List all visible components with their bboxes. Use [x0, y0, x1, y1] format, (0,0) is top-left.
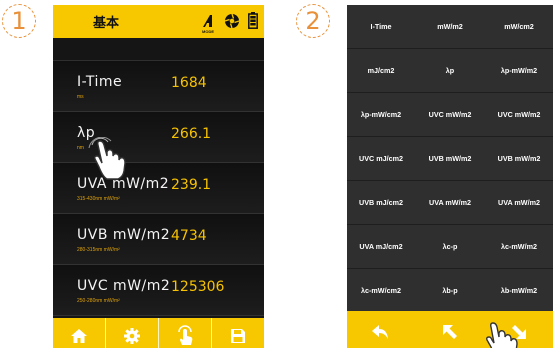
touch-icon — [178, 324, 193, 345]
home-button[interactable] — [53, 318, 106, 348]
measurement-row-uvc[interactable]: UVC mW/m2 250-280nm mW/m² 125306 — [53, 265, 264, 316]
bottom-toolbar — [53, 318, 264, 348]
sub-header — [53, 38, 264, 60]
option-cell[interactable]: UVA mW/m2 — [416, 181, 484, 223]
option-cell[interactable]: UVB mJ/cm2 — [347, 181, 415, 223]
parameter-grid: I-Time mW/m2 mW/cm2 mJ/cm2 λp λp-mW/m2 λ… — [347, 5, 553, 311]
save-icon — [231, 328, 245, 343]
aperture-icon[interactable] — [224, 13, 240, 34]
option-cell[interactable]: mW/cm2 — [485, 5, 553, 47]
back-icon — [372, 325, 388, 339]
arrow-up-left-icon — [443, 325, 457, 339]
row-label: UVB mW/m2 — [77, 227, 171, 243]
row-unit: 315-430nm mW/m² — [77, 196, 120, 202]
header-bar: 基本 MODE — [53, 5, 264, 38]
scroll-up-button[interactable] — [416, 311, 484, 348]
home-icon — [71, 328, 87, 343]
measurement-screen: 基本 MODE I-Time ms 1684 λp nm 266.1 UVA m… — [53, 5, 264, 348]
option-cell[interactable]: λp-mW/cm2 — [347, 93, 415, 135]
row-value: 1684 — [171, 75, 207, 91]
row-value: 239.1 — [171, 177, 212, 193]
back-button[interactable] — [347, 311, 415, 348]
option-cell[interactable]: UVA mJ/cm2 — [347, 225, 415, 267]
option-cell[interactable]: λb-p — [416, 269, 484, 311]
tap-hand-icon — [486, 322, 518, 348]
row-label: UVC mW/m2 — [77, 278, 171, 294]
gear-icon — [124, 327, 140, 344]
measurement-row-uvb[interactable]: UVB mW/m2 280-315nm mW/m² 4734 — [53, 214, 264, 265]
battery-icon — [248, 12, 258, 34]
mode-label: MODE — [202, 29, 214, 34]
measurement-row-itime[interactable]: I-Time ms 1684 — [53, 61, 264, 112]
option-cell[interactable]: UVA mW/m2 — [485, 181, 553, 223]
option-cell[interactable]: λc-p — [416, 225, 484, 267]
row-value: 4734 — [171, 228, 207, 244]
parameter-selection-screen: I-Time mW/m2 mW/cm2 mJ/cm2 λp λp-mW/m2 λ… — [347, 5, 553, 348]
option-cell[interactable]: UVC mW/m2 — [416, 93, 484, 135]
option-cell[interactable]: λp-mW/m2 — [485, 49, 553, 91]
option-cell[interactable]: λb-mW/m2 — [485, 269, 553, 311]
row-value: 266.1 — [171, 126, 212, 142]
settings-button[interactable] — [106, 318, 159, 348]
page-title: 基本 — [93, 16, 120, 31]
bottom-toolbar — [347, 311, 553, 348]
option-cell[interactable]: UVC mW/m2 — [485, 93, 553, 135]
option-cell[interactable]: UVB mW/m2 — [416, 137, 484, 179]
option-cell[interactable]: λc-mW/cm2 — [347, 269, 415, 311]
tap-hand-icon — [88, 137, 126, 180]
measurement-list: I-Time ms 1684 λp nm 266.1 UVA mW/m2 315… — [53, 60, 264, 319]
option-cell[interactable]: mJ/cm2 — [347, 49, 415, 91]
step-1-badge: 1 — [2, 4, 36, 38]
option-cell[interactable]: UVB mW/m2 — [485, 137, 553, 179]
row-unit: ms — [77, 94, 84, 100]
option-cell[interactable]: UVC mJ/cm2 — [347, 137, 415, 179]
option-cell[interactable]: mW/m2 — [416, 5, 484, 47]
touch-button[interactable] — [159, 318, 212, 348]
step-2-badge: 2 — [296, 4, 330, 38]
option-cell[interactable]: λp — [416, 49, 484, 91]
save-button[interactable] — [212, 318, 264, 348]
row-unit: 280-315nm mW/m² — [77, 247, 120, 253]
row-label: I-Time — [77, 74, 123, 90]
row-unit: nm — [77, 145, 84, 151]
option-cell[interactable]: I-Time — [347, 5, 415, 47]
mode-icon[interactable]: MODE — [200, 14, 216, 34]
row-value: 125306 — [171, 279, 225, 295]
row-unit: 250-280nm mW/m² — [77, 298, 120, 304]
option-cell[interactable]: λc-mW/m2 — [485, 225, 553, 267]
